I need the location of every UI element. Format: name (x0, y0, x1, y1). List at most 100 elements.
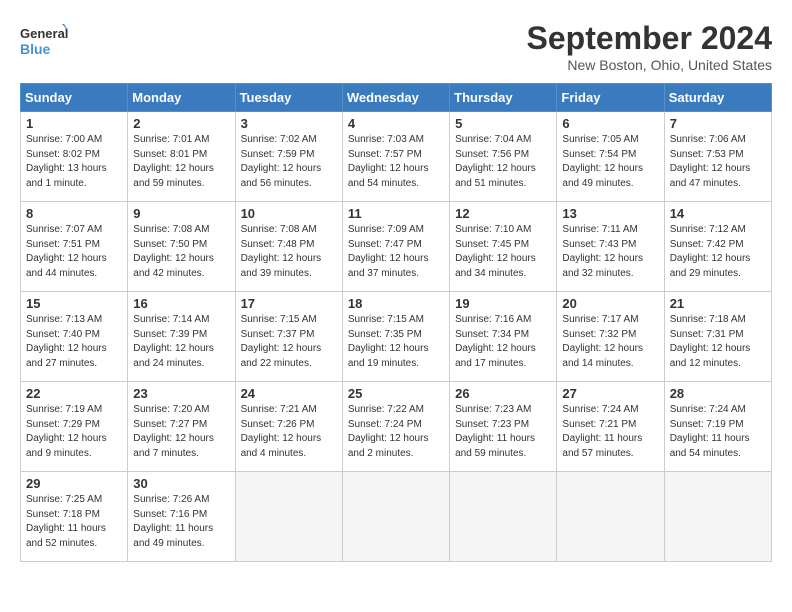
weekday-wednesday: Wednesday (342, 84, 449, 112)
day-cell (450, 472, 557, 562)
day-number: 14 (670, 206, 766, 221)
header: General Blue September 2024 New Boston, … (20, 20, 772, 73)
day-info: Sunrise: 7:14 AMSunset: 7:39 PMDaylight:… (133, 313, 229, 371)
day-info: Sunrise: 7:22 AMSunset: 7:24 PMDaylight:… (348, 403, 444, 461)
day-cell: 30Sunrise: 7:26 AMSunset: 7:16 PMDayligh… (128, 472, 235, 562)
day-info: Sunrise: 7:23 AMSunset: 7:23 PMDaylight:… (455, 403, 551, 461)
day-number: 5 (455, 116, 551, 131)
day-cell: 17 Sunrise: 7:15 AMSunset: 7:37 PMDayligh… (235, 292, 342, 382)
day-number: 28 (670, 386, 766, 401)
day-number: 21 (670, 296, 766, 311)
day-info: Sunrise: 7:26 AMSunset: 7:16 PMDaylight:… (133, 493, 229, 551)
day-number: 23 (133, 386, 229, 401)
day-cell (664, 472, 771, 562)
day-cell (557, 472, 664, 562)
day-number: 17 (241, 296, 337, 311)
week-row-5: 29 Sunrise: 7:25 AMSunset: 7:18 PMDayligh… (21, 472, 772, 562)
day-cell: 19Sunrise: 7:16 AMSunset: 7:34 PMDayligh… (450, 292, 557, 382)
day-info: Sunrise: 7:01 AMSunset: 8:01 PMDaylight:… (133, 133, 229, 191)
day-info: Sunrise: 7:25 AMSunset: 7:18 PMDaylight:… (26, 493, 122, 551)
day-cell: 7 Sunrise: 7:06 AMSunset: 7:53 PMDaylight… (664, 112, 771, 202)
day-info: Sunrise: 7:12 AMSunset: 7:42 PMDaylight:… (670, 223, 766, 281)
weekday-header-row: SundayMondayTuesdayWednesdayThursdayFrid… (21, 84, 772, 112)
day-number: 7 (670, 116, 766, 131)
day-cell: 12 Sunrise: 7:10 AMSunset: 7:45 PMDayligh… (450, 202, 557, 292)
day-cell: 29 Sunrise: 7:25 AMSunset: 7:18 PMDayligh… (21, 472, 128, 562)
day-cell: 23Sunrise: 7:20 AMSunset: 7:27 PMDayligh… (128, 382, 235, 472)
location-subtitle: New Boston, Ohio, United States (527, 57, 772, 73)
day-info: Sunrise: 7:19 AMSunset: 7:29 PMDaylight:… (26, 403, 122, 461)
title-area: September 2024 New Boston, Ohio, United … (527, 20, 772, 73)
day-number: 27 (562, 386, 658, 401)
day-cell: 24 Sunrise: 7:21 AMSunset: 7:26 PMDayligh… (235, 382, 342, 472)
day-cell: 3Sunrise: 7:02 AMSunset: 7:59 PMDaylight… (235, 112, 342, 202)
calendar-body: 1 Sunrise: 7:00 AMSunset: 8:02 PMDaylight… (21, 112, 772, 562)
month-title: September 2024 (527, 20, 772, 57)
day-info: Sunrise: 7:24 AMSunset: 7:21 PMDaylight:… (562, 403, 658, 461)
day-number: 12 (455, 206, 551, 221)
day-number: 9 (133, 206, 229, 221)
day-number: 11 (348, 206, 444, 221)
day-info: Sunrise: 7:00 AMSunset: 8:02 PMDaylight:… (26, 133, 122, 191)
day-info: Sunrise: 7:15 AMSunset: 7:35 PMDaylight:… (348, 313, 444, 371)
day-info: Sunrise: 7:04 AMSunset: 7:56 PMDaylight:… (455, 133, 551, 191)
day-cell: 4 Sunrise: 7:03 AMSunset: 7:57 PMDaylight… (342, 112, 449, 202)
day-number: 15 (26, 296, 122, 311)
day-number: 8 (26, 206, 122, 221)
weekday-friday: Friday (557, 84, 664, 112)
day-number: 4 (348, 116, 444, 131)
day-cell: 14 Sunrise: 7:12 AMSunset: 7:42 PMDayligh… (664, 202, 771, 292)
week-row-1: 1 Sunrise: 7:00 AMSunset: 8:02 PMDaylight… (21, 112, 772, 202)
day-info: Sunrise: 7:02 AMSunset: 7:59 PMDaylight:… (241, 133, 337, 191)
day-cell (235, 472, 342, 562)
day-number: 20 (562, 296, 658, 311)
day-number: 22 (26, 386, 122, 401)
svg-text:Blue: Blue (20, 41, 51, 57)
day-cell (342, 472, 449, 562)
day-info: Sunrise: 7:06 AMSunset: 7:53 PMDaylight:… (670, 133, 766, 191)
day-number: 2 (133, 116, 229, 131)
day-info: Sunrise: 7:15 AMSunset: 7:37 PMDaylight:… (241, 313, 337, 371)
day-number: 19 (455, 296, 551, 311)
day-number: 18 (348, 296, 444, 311)
day-info: Sunrise: 7:08 AMSunset: 7:48 PMDaylight:… (241, 223, 337, 281)
day-cell: 1 Sunrise: 7:00 AMSunset: 8:02 PMDaylight… (21, 112, 128, 202)
day-cell: 8 Sunrise: 7:07 AMSunset: 7:51 PMDaylight… (21, 202, 128, 292)
day-number: 1 (26, 116, 122, 131)
logo: General Blue (20, 20, 70, 60)
svg-text:General: General (20, 26, 68, 41)
weekday-saturday: Saturday (664, 84, 771, 112)
day-info: Sunrise: 7:03 AMSunset: 7:57 PMDaylight:… (348, 133, 444, 191)
day-info: Sunrise: 7:18 AMSunset: 7:31 PMDaylight:… (670, 313, 766, 371)
day-info: Sunrise: 7:11 AMSunset: 7:43 PMDaylight:… (562, 223, 658, 281)
day-cell: 16Sunrise: 7:14 AMSunset: 7:39 PMDayligh… (128, 292, 235, 382)
day-number: 25 (348, 386, 444, 401)
day-cell: 22 Sunrise: 7:19 AMSunset: 7:29 PMDayligh… (21, 382, 128, 472)
weekday-monday: Monday (128, 84, 235, 112)
day-number: 24 (241, 386, 337, 401)
day-number: 10 (241, 206, 337, 221)
day-number: 29 (26, 476, 122, 491)
day-cell: 9 Sunrise: 7:08 AMSunset: 7:50 PMDaylight… (128, 202, 235, 292)
day-info: Sunrise: 7:21 AMSunset: 7:26 PMDaylight:… (241, 403, 337, 461)
day-info: Sunrise: 7:07 AMSunset: 7:51 PMDaylight:… (26, 223, 122, 281)
day-number: 13 (562, 206, 658, 221)
day-info: Sunrise: 7:24 AMSunset: 7:19 PMDaylight:… (670, 403, 766, 461)
day-cell: 20 Sunrise: 7:17 AMSunset: 7:32 PMDayligh… (557, 292, 664, 382)
day-cell: 26Sunrise: 7:23 AMSunset: 7:23 PMDayligh… (450, 382, 557, 472)
day-cell: 27 Sunrise: 7:24 AMSunset: 7:21 PMDayligh… (557, 382, 664, 472)
week-row-2: 8 Sunrise: 7:07 AMSunset: 7:51 PMDaylight… (21, 202, 772, 292)
day-cell: 11Sunrise: 7:09 AMSunset: 7:47 PMDayligh… (342, 202, 449, 292)
day-cell: 21 Sunrise: 7:18 AMSunset: 7:31 PMDayligh… (664, 292, 771, 382)
day-cell: 5 Sunrise: 7:04 AMSunset: 7:56 PMDaylight… (450, 112, 557, 202)
day-cell: 25 Sunrise: 7:22 AMSunset: 7:24 PMDayligh… (342, 382, 449, 472)
weekday-tuesday: Tuesday (235, 84, 342, 112)
day-number: 6 (562, 116, 658, 131)
day-cell: 18 Sunrise: 7:15 AMSunset: 7:35 PMDayligh… (342, 292, 449, 382)
day-info: Sunrise: 7:05 AMSunset: 7:54 PMDaylight:… (562, 133, 658, 191)
day-info: Sunrise: 7:17 AMSunset: 7:32 PMDaylight:… (562, 313, 658, 371)
day-info: Sunrise: 7:10 AMSunset: 7:45 PMDaylight:… (455, 223, 551, 281)
weekday-sunday: Sunday (21, 84, 128, 112)
day-info: Sunrise: 7:08 AMSunset: 7:50 PMDaylight:… (133, 223, 229, 281)
day-cell: 2 Sunrise: 7:01 AMSunset: 8:01 PMDaylight… (128, 112, 235, 202)
